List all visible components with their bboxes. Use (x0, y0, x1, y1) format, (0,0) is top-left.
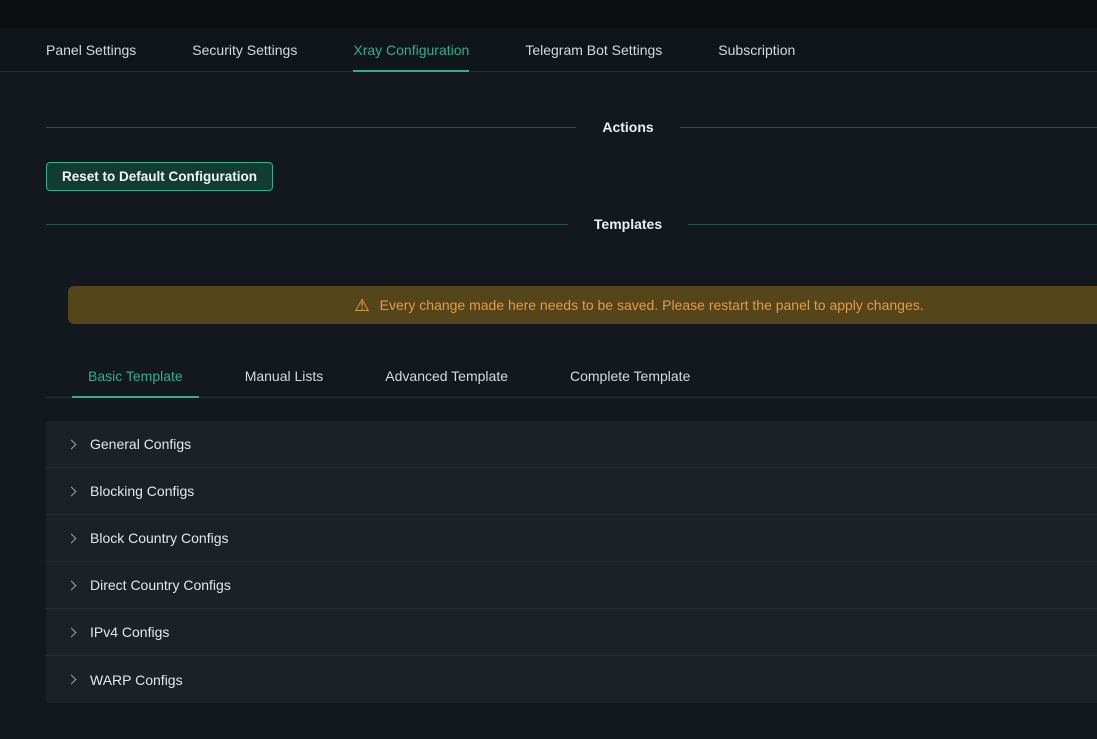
template-tab-bar: Basic Template Manual Lists Advanced Tem… (46, 354, 1097, 398)
accordion-row-ipv4-configs[interactable]: IPv4 Configs (46, 609, 1097, 656)
tab-label: Panel Settings (46, 42, 136, 58)
chevron-right-icon (67, 533, 77, 543)
accordion-row-blocking-configs[interactable]: Blocking Configs (46, 468, 1097, 515)
accordion-row-warp-configs[interactable]: WARP Configs (46, 656, 1097, 703)
active-tab-indicator (353, 70, 469, 72)
chevron-right-icon (67, 486, 77, 496)
warning-message: Every change made here needs to be saved… (380, 297, 924, 313)
tab-label: Manual Lists (245, 368, 324, 384)
accordion-row-label: General Configs (90, 436, 191, 452)
accordion-row-label: Blocking Configs (90, 483, 194, 499)
divider-line (688, 224, 1097, 225)
restart-warning-alert: ⚠ Every change made here needs to be sav… (68, 286, 1097, 324)
accordion-row-direct-country-configs[interactable]: Direct Country Configs (46, 562, 1097, 609)
tab-basic-template[interactable]: Basic Template (72, 354, 199, 397)
configs-accordion: General Configs Blocking Configs Block C… (46, 421, 1097, 703)
divider-line (46, 127, 576, 128)
chevron-right-icon (67, 580, 77, 590)
accordion-row-label: IPv4 Configs (90, 624, 169, 640)
warning-icon: ⚠ (354, 297, 369, 314)
tab-advanced-template[interactable]: Advanced Template (369, 354, 524, 397)
active-tab-indicator (72, 396, 199, 398)
accordion-row-label: Direct Country Configs (90, 577, 231, 593)
tab-telegram-bot-settings[interactable]: Telegram Bot Settings (525, 28, 662, 71)
accordion-row-block-country-configs[interactable]: Block Country Configs (46, 515, 1097, 562)
tab-label: Basic Template (88, 368, 183, 384)
tab-manual-lists[interactable]: Manual Lists (229, 354, 340, 397)
accordion-row-label: WARP Configs (90, 672, 183, 688)
tab-label: Complete Template (570, 368, 690, 384)
actions-divider: Actions (46, 116, 1097, 138)
templates-divider-label: Templates (594, 216, 662, 232)
divider-line (680, 127, 1097, 128)
top-window-strip (0, 0, 1097, 28)
accordion-row-label: Block Country Configs (90, 530, 229, 546)
xray-configuration-panel: Actions Reset to Default Configuration T… (46, 116, 1097, 703)
tab-complete-template[interactable]: Complete Template (554, 354, 706, 397)
chevron-right-icon (67, 675, 77, 685)
divider-line (46, 224, 568, 225)
tab-xray-configuration[interactable]: Xray Configuration (353, 28, 469, 71)
tab-panel-settings[interactable]: Panel Settings (46, 28, 136, 71)
chevron-right-icon (67, 439, 77, 449)
tab-label: Subscription (718, 42, 795, 58)
tab-label: Advanced Template (385, 368, 508, 384)
tab-label: Xray Configuration (353, 42, 469, 58)
tab-label: Telegram Bot Settings (525, 42, 662, 58)
tab-security-settings[interactable]: Security Settings (192, 28, 297, 71)
settings-tab-bar: Panel Settings Security Settings Xray Co… (0, 28, 1097, 72)
actions-divider-label: Actions (602, 119, 653, 135)
reset-default-config-button[interactable]: Reset to Default Configuration (46, 162, 273, 191)
templates-divider: Templates (46, 213, 1097, 235)
accordion-row-general-configs[interactable]: General Configs (46, 421, 1097, 468)
chevron-right-icon (67, 627, 77, 637)
tab-subscription[interactable]: Subscription (718, 28, 795, 71)
tab-label: Security Settings (192, 42, 297, 58)
